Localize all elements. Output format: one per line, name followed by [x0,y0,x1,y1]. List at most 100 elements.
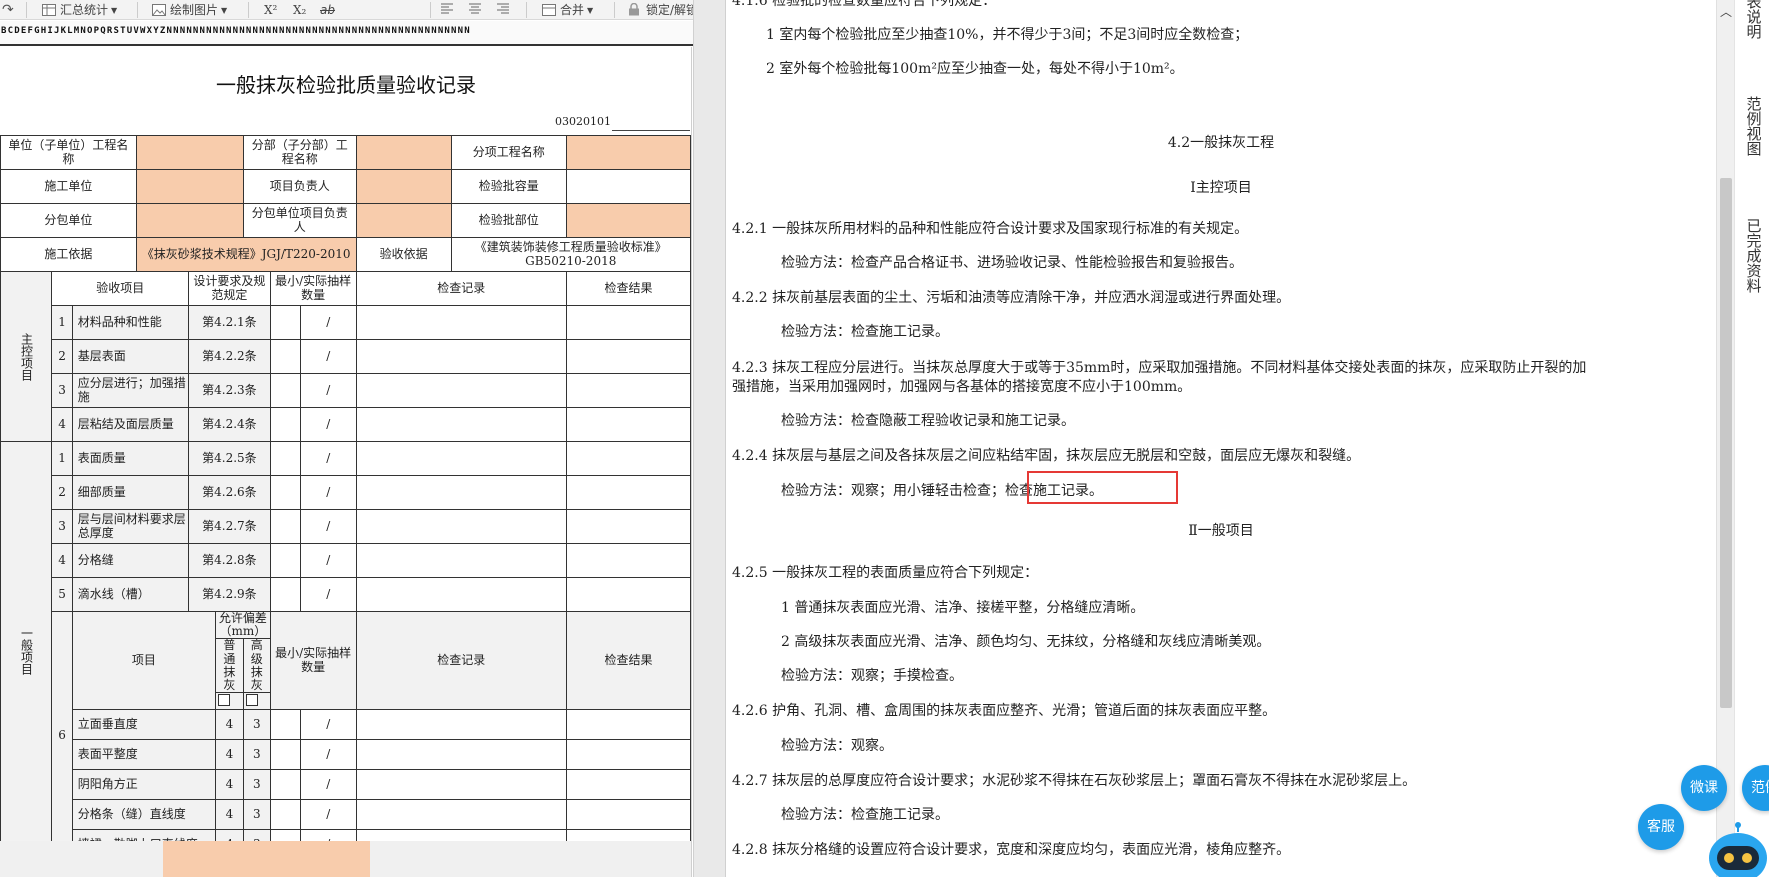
sample-min[interactable] [269,709,301,741]
result-cell[interactable] [565,543,691,578]
table-row: 4 分格缝 第4.2.8条 / [1,543,691,578]
merge-button[interactable]: 合并 ▼ [542,1,593,19]
sample-min[interactable] [269,475,301,510]
sample-min[interactable] [269,441,301,476]
sample-slash[interactable]: / [299,373,357,408]
sample-slash[interactable]: / [299,305,357,340]
sample-min[interactable] [269,577,301,612]
record-cell[interactable] [355,543,567,578]
record-cell[interactable] [355,799,567,831]
sample-slash[interactable]: / [299,339,357,374]
clause-4-2-3-cont: 强措施，当采用加强网时，加强网与各基体的搭接宽度不应小于100mm。 [732,379,1192,395]
normal-checkbox[interactable] [217,693,230,706]
align-left-button[interactable] [440,1,454,19]
result-cell[interactable] [565,305,691,340]
contractor-input[interactable] [135,169,244,204]
subdivision-input[interactable] [355,135,452,170]
sample-min[interactable] [269,739,301,771]
result-cell[interactable] [565,441,691,476]
result-cell[interactable] [565,475,691,510]
sample-min[interactable] [269,373,301,408]
result-cell[interactable] [565,577,691,612]
superscript-button[interactable]: X² [264,1,277,19]
sample-min[interactable] [269,769,301,801]
table-row: 施工单位 项目负责人 检验批容量 [0,169,691,204]
align-right-button[interactable] [496,1,510,19]
result-cell[interactable] [565,509,691,544]
scrollbar-thumb[interactable] [1720,178,1732,708]
sample-slash[interactable]: / [299,709,357,741]
sub-pm-label: 分包单位项目负责人 [242,203,357,238]
unit-input[interactable] [135,135,244,170]
general-heading: Ⅱ一般项目 [1188,523,1254,539]
header-record: 检查记录 [355,610,567,711]
sheet-footer-input[interactable] [163,841,370,877]
location-input[interactable] [565,203,691,238]
item-clause: 第4.2.2条 [188,339,271,374]
sample-slash[interactable]: / [299,769,357,801]
record-cell[interactable] [355,577,567,612]
strikethrough-button[interactable]: ab [320,1,335,19]
column-ruler[interactable]: BCDEFGHIJKLMNOPQRSTUVWXYZNNNNNNNNNNNNNNN… [0,21,693,46]
acceptance-basis-value[interactable]: 《建筑装饰装修工程质量验收标准》GB50210-2018 [450,237,691,272]
pm-input[interactable] [355,169,452,204]
draw-image-button[interactable]: 绘制图片 ▼ [152,1,227,19]
sample-slash[interactable]: / [299,509,357,544]
sample-min[interactable] [269,509,301,544]
contractor-label: 施工单位 [0,169,137,204]
record-cell[interactable] [355,407,567,442]
sample-slash[interactable]: / [299,543,357,578]
sample-min[interactable] [269,407,301,442]
scroll-up-icon[interactable]: ︿ [1720,3,1732,20]
summary-button[interactable]: 汇总统计 ▼ [42,1,117,19]
subscript-button[interactable]: X₂ [293,1,306,19]
result-cell[interactable] [565,407,691,442]
record-cell[interactable] [355,509,567,544]
record-cell[interactable] [355,475,567,510]
pane-splitter[interactable] [693,0,726,877]
micro-class-button[interactable]: 微课 [1681,765,1727,811]
result-cell[interactable] [565,799,691,831]
record-cell[interactable] [355,373,567,408]
tab-completed-docs[interactable]: 已完成资料 [1742,218,1764,297]
sample-slash[interactable]: / [299,475,357,510]
sample-slash[interactable]: / [299,739,357,771]
result-cell[interactable] [565,709,691,741]
document-scrollbar[interactable]: ︿ [1716,0,1734,877]
tab-example-view[interactable]: 范例视图 [1742,96,1764,160]
sample-min[interactable] [269,339,301,374]
sample-min[interactable] [269,305,301,340]
record-cell[interactable] [355,769,567,801]
tab-table-notes[interactable]: 表说明 [1742,0,1764,43]
high-checkbox[interactable] [245,693,258,706]
lock-button[interactable]: 锁定/解锁 [628,1,698,19]
sample-slash[interactable]: / [299,441,357,476]
sub-pm-input[interactable] [355,203,452,238]
assistant-robot-icon[interactable] [1707,822,1769,877]
sample-min[interactable] [269,543,301,578]
align-center-button[interactable] [468,1,482,19]
sample-slash[interactable]: / [299,407,357,442]
record-cell[interactable] [355,739,567,771]
result-cell[interactable] [565,769,691,801]
item-name-input[interactable] [565,135,691,170]
result-cell[interactable] [565,739,691,771]
capacity-input[interactable] [565,169,691,204]
result-cell[interactable] [565,373,691,408]
customer-service-button[interactable]: 客服 [1638,804,1684,850]
doc-line: 1 室内每个检验批应至少抽查10%，并不得少于3间；不足3间时应全数检查； [766,27,1249,43]
subcontractor-input[interactable] [135,203,244,238]
record-cell[interactable] [355,305,567,340]
sample-slash[interactable]: / [299,577,357,612]
sample-min[interactable] [269,799,301,831]
result-cell[interactable] [565,339,691,374]
record-cell[interactable] [355,441,567,476]
record-cell[interactable] [355,709,567,741]
clause-4-2-8: 4.2.8 抹灰分格缝的设置应符合设计要求，宽度和深度应均匀，表面应光滑，棱角应… [732,842,1291,858]
sample-slash[interactable]: / [299,799,357,831]
code-input-cell[interactable] [612,113,690,131]
basis-value[interactable]: 《抹灰砂浆技术规程》JGJ/T220-2010 [135,237,357,272]
undo-button[interactable]: ↷ [2,1,14,19]
subscript-label: X₂ [293,3,307,17]
record-cell[interactable] [355,339,567,374]
